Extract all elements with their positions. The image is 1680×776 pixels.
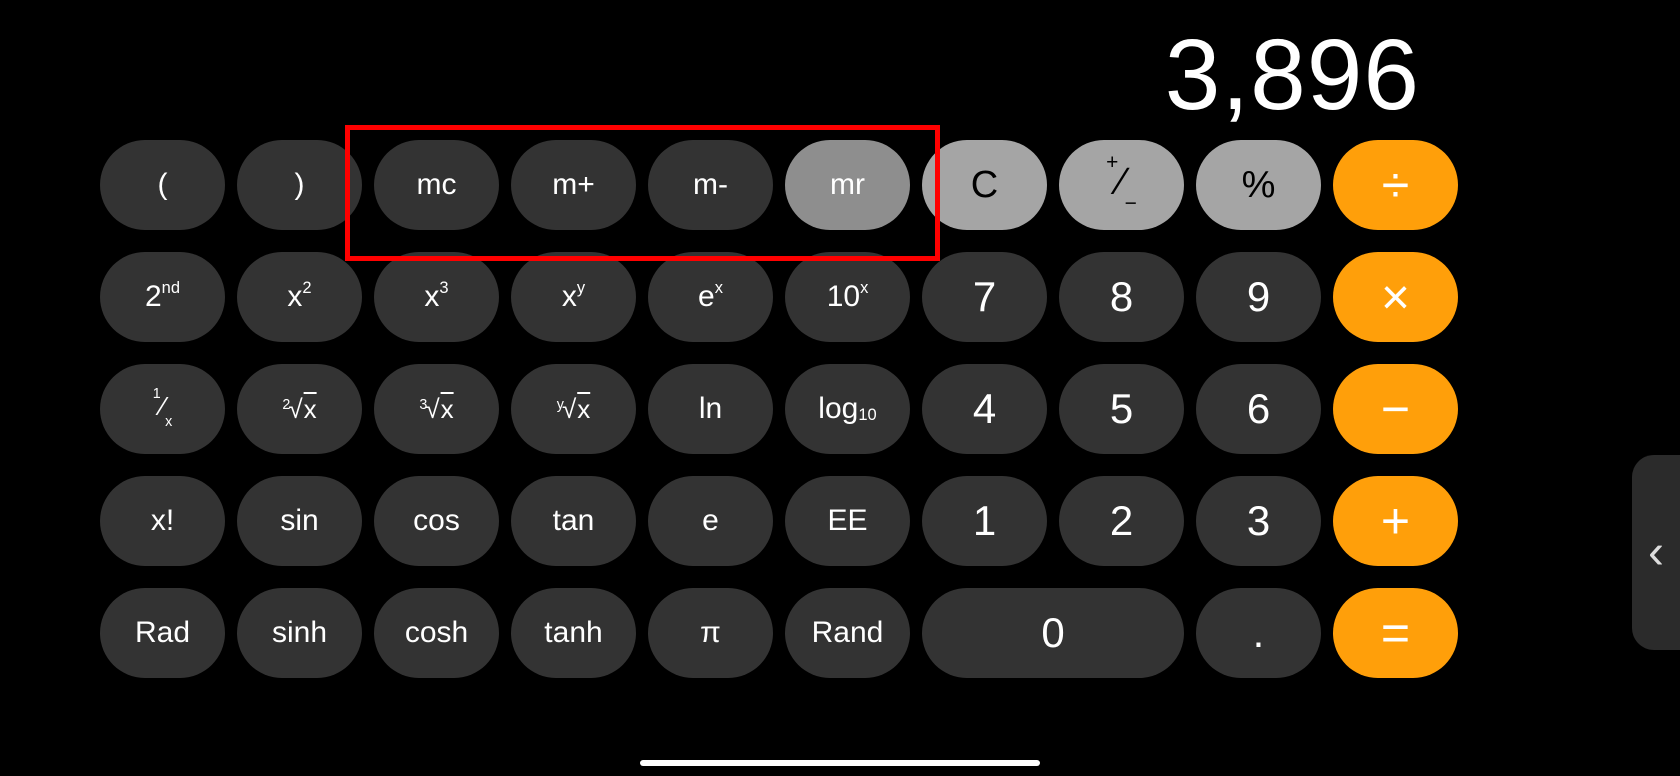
- key-multiply[interactable]: ×: [1333, 252, 1458, 342]
- key-mr[interactable]: mr: [785, 140, 910, 230]
- key-d7[interactable]: 7: [922, 252, 1047, 342]
- key-ee[interactable]: EE: [785, 476, 910, 566]
- key-x2[interactable]: x2: [237, 252, 362, 342]
- key-plus[interactable]: +: [1333, 476, 1458, 566]
- key-d8[interactable]: 8: [1059, 252, 1184, 342]
- key-cosh[interactable]: cosh: [374, 588, 499, 678]
- key-cos[interactable]: cos: [374, 476, 499, 566]
- button-grid: ()mcm+m-mrC+⁄−%÷ 2ndx2x3xyex10x789× 1⁄x2√x…: [100, 140, 1458, 678]
- key-d6[interactable]: 6: [1196, 364, 1321, 454]
- key-log10[interactable]: log10: [785, 364, 910, 454]
- key-paren-close[interactable]: ): [237, 140, 362, 230]
- key-paren-open[interactable]: (: [100, 140, 225, 230]
- key-pi[interactable]: π: [648, 588, 773, 678]
- key-divide[interactable]: ÷: [1333, 140, 1458, 230]
- key-tan[interactable]: tan: [511, 476, 636, 566]
- key-ex[interactable]: ex: [648, 252, 773, 342]
- key-d5[interactable]: 5: [1059, 364, 1184, 454]
- key-minus[interactable]: −: [1333, 364, 1458, 454]
- key-factorial[interactable]: x!: [100, 476, 225, 566]
- key-sqrt[interactable]: 2√x: [237, 364, 362, 454]
- chevron-left-icon: ‹: [1648, 525, 1664, 580]
- key-decimal[interactable]: .: [1196, 588, 1321, 678]
- key-sinh[interactable]: sinh: [237, 588, 362, 678]
- key-m-plus[interactable]: m+: [511, 140, 636, 230]
- key-e[interactable]: e: [648, 476, 773, 566]
- key-sin[interactable]: sin: [237, 476, 362, 566]
- key-clear[interactable]: C: [922, 140, 1047, 230]
- key-second[interactable]: 2nd: [100, 252, 225, 342]
- key-equals[interactable]: =: [1333, 588, 1458, 678]
- key-reciprocal[interactable]: 1⁄x: [100, 364, 225, 454]
- key-sign[interactable]: +⁄−: [1059, 140, 1184, 230]
- key-rand[interactable]: Rand: [785, 588, 910, 678]
- key-tenx[interactable]: 10x: [785, 252, 910, 342]
- key-ln[interactable]: ln: [648, 364, 773, 454]
- key-yroot[interactable]: y√x: [511, 364, 636, 454]
- key-mc[interactable]: mc: [374, 140, 499, 230]
- key-m-minus[interactable]: m-: [648, 140, 773, 230]
- key-xy[interactable]: xy: [511, 252, 636, 342]
- key-d4[interactable]: 4: [922, 364, 1047, 454]
- key-x3[interactable]: x3: [374, 252, 499, 342]
- display-value: 3,896: [1165, 18, 1420, 133]
- key-d0[interactable]: 0: [922, 588, 1184, 678]
- side-pull-tab[interactable]: ‹: [1632, 455, 1680, 650]
- key-d1[interactable]: 1: [922, 476, 1047, 566]
- key-rad[interactable]: Rad: [100, 588, 225, 678]
- key-cbrt[interactable]: 3√x: [374, 364, 499, 454]
- home-indicator: [640, 760, 1040, 766]
- key-d3[interactable]: 3: [1196, 476, 1321, 566]
- key-tanh[interactable]: tanh: [511, 588, 636, 678]
- key-percent[interactable]: %: [1196, 140, 1321, 230]
- key-d2[interactable]: 2: [1059, 476, 1184, 566]
- key-d9[interactable]: 9: [1196, 252, 1321, 342]
